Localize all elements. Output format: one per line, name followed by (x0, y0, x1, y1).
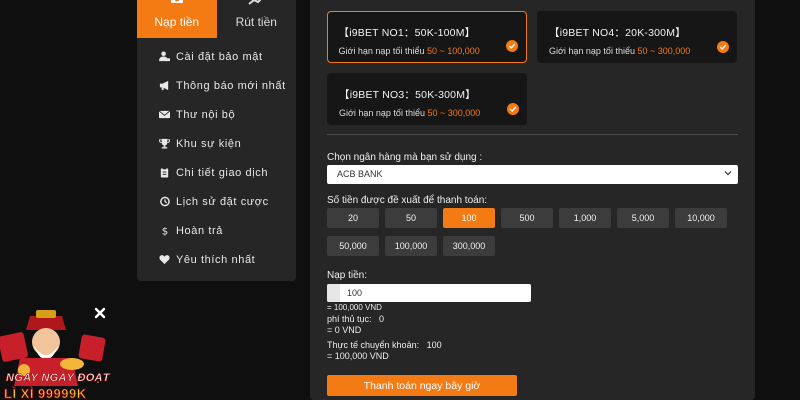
channel-limit: Giới hạn nạp tối thiểu 50 ~ 100,000 (339, 46, 527, 56)
sidebar-item-events[interactable]: Khu sự kiện (137, 129, 296, 158)
tab-deposit[interactable]: Nạp tiền (137, 0, 217, 38)
promo-text-line2: LÌ XÌ 99999K (4, 386, 87, 400)
deposit-converted: = 100,000 VND (327, 303, 382, 312)
amount-button[interactable]: 300,000 (443, 236, 495, 256)
close-icon[interactable] (93, 306, 107, 320)
amount-button[interactable]: 100 (443, 208, 495, 228)
input-prefix (327, 284, 340, 302)
deposit-icon (170, 0, 183, 3)
channel-card-no4[interactable]: 【i9BET NO4：20K-300M】 Giới hạn nạp tối th… (537, 11, 737, 63)
trophy-icon (159, 138, 170, 149)
fee-converted: = 0 VND (327, 325, 362, 335)
channel-title: 【i9BET NO1：50K-100M】 (338, 26, 476, 39)
amount-button[interactable]: 50,000 (327, 236, 379, 256)
channel-card-no1[interactable]: 【i9BET NO1：50K-100M】 Giới hạn nạp tối th… (327, 11, 527, 63)
sidebar-item-label: Yêu thích nhất (176, 253, 256, 266)
sidebar-item-refund[interactable]: $ Hoàn trả (137, 216, 296, 245)
sidebar-menu: Cài đặt bảo mật Thông báo mới nhất Thư n… (137, 38, 296, 274)
tab-deposit-label: Nạp tiền (154, 15, 200, 29)
channel-title: 【i9BET NO4：20K-300M】 (549, 27, 686, 39)
sidebar-item-label: Thư nội bộ (176, 108, 236, 121)
check-icon (717, 41, 729, 53)
megaphone-icon (159, 80, 170, 91)
sidebar-item-label: Cài đặt bảo mật (176, 50, 263, 63)
sidebar-item-favorites[interactable]: Yêu thích nhất (137, 245, 296, 274)
clipboard-icon (159, 167, 170, 178)
deposit-amount-input[interactable] (340, 288, 520, 298)
fee-value: 0 (379, 314, 385, 324)
sidebar-item-transactions[interactable]: Chi tiết giao dịch (137, 158, 296, 187)
amount-button[interactable]: 100,000 (385, 236, 437, 256)
tab-withdraw[interactable]: Rút tiền (217, 0, 297, 38)
sidebar-item-label: Chi tiết giao dịch (176, 166, 269, 179)
check-icon (506, 40, 518, 52)
sidebar-item-security[interactable]: Cài đặt bảo mật (137, 42, 296, 71)
channel-card-no3[interactable]: 【i9BET NO3：50K-300M】 Giới hạn nạp tối th… (327, 73, 527, 125)
dollar-icon: $ (159, 225, 170, 236)
promo-text-line1: NGAY NGÀY ĐOẠT (6, 372, 110, 385)
channel-limit-label: Giới hạn nạp tối thiểu (339, 108, 425, 118)
user-lock-icon (159, 51, 170, 62)
deposit-panel: 【i9BET NO1：50K-100M】 Giới hạn nạp tối th… (310, 0, 755, 400)
account-sidebar: Nạp tiền Rút tiền Cài đặt bảo mật Thông … (137, 0, 296, 281)
check-icon (507, 103, 519, 115)
actual-transfer-label: Thực tế chuyển khoản: (327, 340, 420, 350)
channel-range: 50 ~ 100,000 (426, 45, 480, 56)
channel-title: 【i9BET NO3：50K-300M】 (339, 89, 476, 101)
amount-button[interactable]: 10,000 (675, 208, 727, 228)
amount-button[interactable]: 500 (501, 208, 553, 228)
sidebar-tabs: Nạp tiền Rút tiền (137, 0, 296, 38)
amount-button[interactable]: 20 (327, 208, 379, 228)
sidebar-item-label: Khu sự kiện (176, 137, 242, 150)
bank-selected-value: ACB BANK (337, 169, 383, 179)
svg-text:$: $ (162, 227, 169, 236)
amount-button[interactable]: 50 (385, 208, 437, 228)
sidebar-item-label: Thông báo mới nhất (176, 79, 286, 92)
history-icon (159, 196, 170, 207)
envelope-icon (159, 109, 170, 120)
actual-transfer-row: Thực tế chuyển khoản: 100 (327, 340, 442, 350)
sidebar-item-notifications[interactable]: Thông báo mới nhất (137, 71, 296, 100)
actual-transfer-value: 100 (426, 340, 442, 350)
bank-label: Chọn ngân hàng mà bạn sử dụng : (327, 152, 483, 163)
deposit-label: Nạp tiền: (327, 270, 368, 281)
sidebar-item-label: Hoàn trả (176, 224, 223, 237)
fee-row: phí thủ tục: 0 (327, 314, 384, 324)
fee-label: phí thủ tục: (327, 314, 372, 324)
amount-button[interactable]: 5,000 (617, 208, 669, 228)
channel-limit-label: Giới hạn nạp tối thiểu (549, 46, 635, 56)
pay-now-button[interactable]: Thanh toán ngay bây giờ (327, 375, 517, 396)
tab-withdraw-label: Rút tiền (235, 15, 277, 29)
sidebar-item-bet-history[interactable]: Lịch sử đặt cược (137, 187, 296, 216)
channel-limit-label: Giới hạn nạp tối thiểu (338, 45, 425, 56)
channel-range: 50 ~ 300,000 (637, 46, 691, 56)
actual-transfer-converted: = 100,000 VND (327, 351, 389, 361)
amount-button[interactable]: 1,000 (559, 208, 611, 228)
heart-icon (159, 254, 170, 265)
withdraw-icon (248, 0, 262, 5)
sidebar-item-inbox[interactable]: Thư nội bộ (137, 100, 296, 129)
deposit-page: Nạp tiền Rút tiền Cài đặt bảo mật Thông … (0, 0, 800, 400)
amounts-label: Số tiền được đề xuất để thanh toán: (327, 195, 488, 206)
channel-limit: Giới hạn nạp tối thiểu 50 ~ 300,000 (549, 46, 737, 56)
deposit-amount-field[interactable] (327, 284, 531, 302)
channel-range: 50 ~ 300,000 (427, 108, 481, 118)
sidebar-item-label: Lịch sử đặt cược (176, 195, 269, 208)
channel-limit: Giới hạn nạp tối thiểu 50 ~ 300,000 (339, 108, 527, 118)
divider (327, 134, 738, 135)
bank-select[interactable]: ACB BANK (327, 165, 738, 184)
chevron-down-icon (724, 171, 732, 176)
